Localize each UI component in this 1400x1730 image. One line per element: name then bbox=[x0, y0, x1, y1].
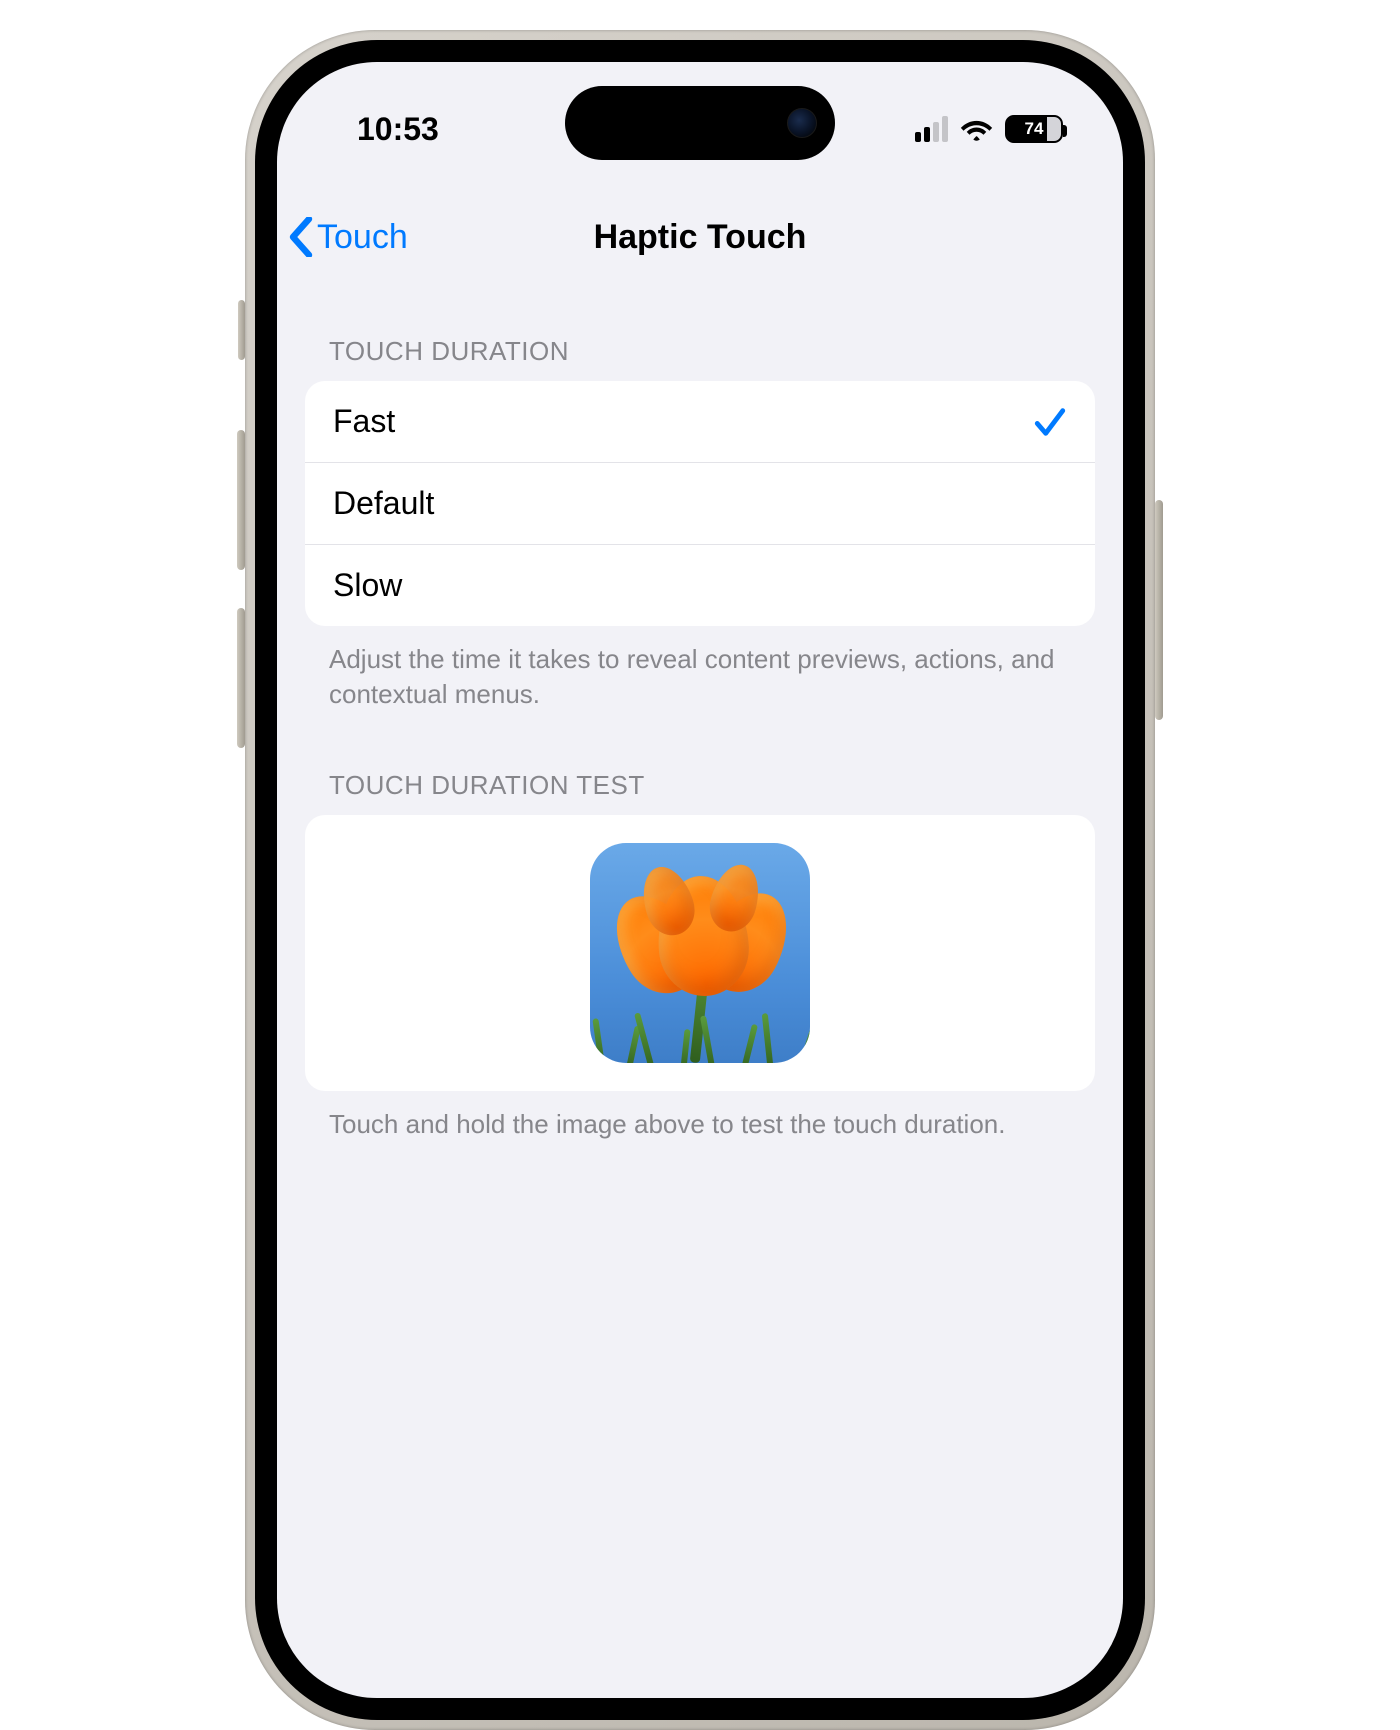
cellular-signal-icon bbox=[915, 116, 948, 142]
back-button-label: Touch bbox=[317, 218, 408, 257]
dynamic-island bbox=[565, 86, 835, 160]
battery-percent: 74 bbox=[1025, 119, 1044, 139]
option-slow-label: Slow bbox=[333, 567, 402, 604]
content: TOUCH DURATION Fast Default Slow bbox=[277, 312, 1123, 1698]
silence-switch bbox=[238, 300, 245, 360]
option-slow[interactable]: Slow bbox=[305, 544, 1095, 626]
checkmark-icon bbox=[1033, 405, 1067, 439]
flower-icon bbox=[624, 868, 784, 998]
touch-duration-test-image[interactable] bbox=[590, 843, 810, 1063]
option-default-label: Default bbox=[333, 485, 434, 522]
section-header-touch-duration-test: TOUCH DURATION TEST bbox=[305, 736, 1095, 815]
option-fast-label: Fast bbox=[333, 403, 395, 440]
section-header-touch-duration: TOUCH DURATION bbox=[305, 312, 1095, 381]
option-fast[interactable]: Fast bbox=[305, 381, 1095, 462]
battery-indicator: 74 bbox=[1005, 115, 1063, 143]
phone-frame: 10:53 74 bbox=[245, 30, 1155, 1730]
volume-up-button bbox=[237, 430, 245, 570]
back-button[interactable]: Touch bbox=[289, 217, 408, 257]
grass bbox=[590, 1013, 810, 1063]
page-title: Haptic Touch bbox=[594, 218, 807, 257]
option-default[interactable]: Default bbox=[305, 462, 1095, 544]
volume-down-button bbox=[237, 608, 245, 748]
status-indicators: 74 bbox=[915, 115, 1063, 143]
chevron-left-icon bbox=[289, 217, 313, 257]
power-button bbox=[1155, 500, 1163, 720]
status-time: 10:53 bbox=[337, 111, 439, 148]
section-footer-touch-duration: Adjust the time it takes to reveal conte… bbox=[305, 626, 1095, 736]
front-camera bbox=[787, 108, 817, 138]
section-footer-touch-duration-test: Touch and hold the image above to test t… bbox=[305, 1091, 1095, 1166]
wifi-icon bbox=[960, 116, 993, 142]
phone-bezel: 10:53 74 bbox=[255, 40, 1145, 1720]
screen: 10:53 74 bbox=[277, 62, 1123, 1698]
navigation-bar: Touch Haptic Touch bbox=[277, 192, 1123, 282]
touch-duration-test-card bbox=[305, 815, 1095, 1091]
touch-duration-options: Fast Default Slow bbox=[305, 381, 1095, 626]
